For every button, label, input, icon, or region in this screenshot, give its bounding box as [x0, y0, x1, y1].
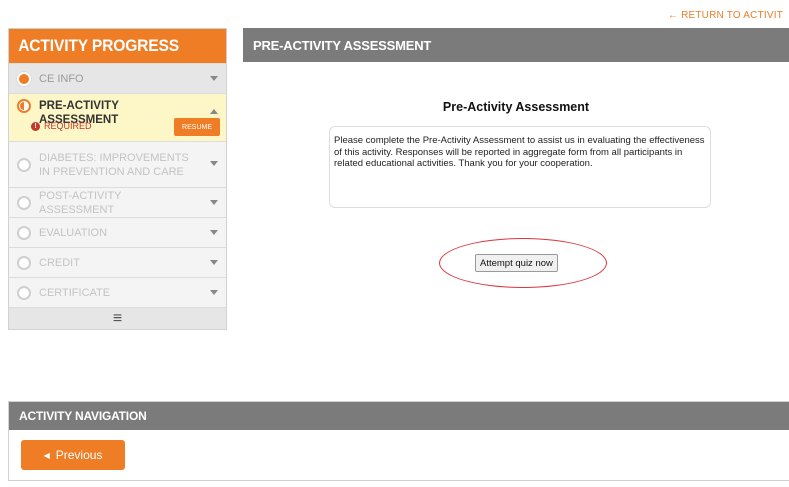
step-locked-icon — [17, 255, 31, 270]
step-in-progress-icon — [17, 99, 31, 113]
step-post-activity-assessment[interactable]: POST-ACTIVITY ASSESSMENT — [9, 187, 226, 217]
step-label: CERTIFICATE — [39, 286, 111, 299]
step-certificate[interactable]: CERTIFICATE — [9, 277, 226, 307]
main-content: PRE-ACTIVITY ASSESSMENT Pre-Activity Ass… — [243, 28, 789, 312]
step-locked-icon — [17, 157, 31, 172]
step-locked-icon — [17, 225, 31, 240]
chevron-down-icon — [210, 260, 218, 265]
required-badge: ! REQUIRED — [31, 121, 92, 131]
instructions-text: Please complete the Pre-Activity Assessm… — [329, 126, 711, 208]
assessment-panel: Pre-Activity Assessment Please complete … — [243, 62, 789, 312]
chevron-up-icon — [210, 109, 218, 114]
hamburger-menu-icon[interactable]: ≡ — [9, 307, 226, 329]
chevron-down-icon — [210, 290, 218, 295]
previous-label: Previous — [55, 448, 103, 462]
arrow-left-icon: ← — [667, 10, 679, 21]
step-label: EVALUATION — [39, 226, 108, 239]
step-label: CREDIT — [39, 256, 80, 269]
step-evaluation[interactable]: EVALUATION — [9, 217, 226, 247]
step-pre-activity-assessment[interactable]: PRE-ACTIVITY ASSESSMENT ! REQUIRED RESUME — [9, 93, 226, 141]
step-complete-icon — [17, 71, 31, 86]
chevron-down-icon — [210, 161, 218, 166]
step-credit[interactable]: CREDIT — [9, 247, 226, 277]
step-diabetes-module[interactable]: DIABETES: IMPROVEMENTS IN PREVENTION AND… — [9, 141, 226, 187]
step-label: CE INFO — [39, 72, 84, 85]
navigation-header: ACTIVITY NAVIGATION — [9, 402, 789, 430]
activity-navigation: ACTIVITY NAVIGATION ◀ Previous — [8, 401, 789, 481]
required-label: REQUIRED — [44, 121, 92, 131]
activity-progress-sidebar: ACTIVITY PROGRESS CE INFO PRE-ACTIVITY A… — [8, 28, 227, 330]
step-locked-icon — [17, 285, 31, 300]
step-label: POST-ACTIVITY ASSESSMENT — [39, 189, 122, 216]
return-to-activity-link[interactable]: ← RETURN TO ACTIVIT — [668, 10, 783, 21]
previous-button[interactable]: ◀ Previous — [21, 440, 125, 470]
chevron-down-icon — [210, 200, 218, 205]
exclamation-icon: ! — [31, 121, 40, 131]
step-locked-icon — [17, 195, 31, 210]
return-link-label: RETURN TO ACTIVIT — [681, 10, 783, 21]
sidebar-title: ACTIVITY PROGRESS — [9, 29, 227, 63]
chevron-down-icon — [210, 230, 218, 235]
section-header: PRE-ACTIVITY ASSESSMENT — [243, 28, 789, 62]
chevron-down-icon — [210, 76, 218, 81]
step-ce-info[interactable]: CE INFO — [9, 63, 226, 93]
step-label: DIABETES: IMPROVEMENTS IN PREVENTION AND… — [39, 151, 189, 178]
caret-left-icon: ◀ — [43, 450, 50, 460]
attempt-quiz-button[interactable]: Attempt quiz now — [475, 254, 558, 272]
resume-button[interactable]: RESUME — [174, 118, 220, 136]
assessment-title: Pre-Activity Assessment — [442, 100, 590, 114]
